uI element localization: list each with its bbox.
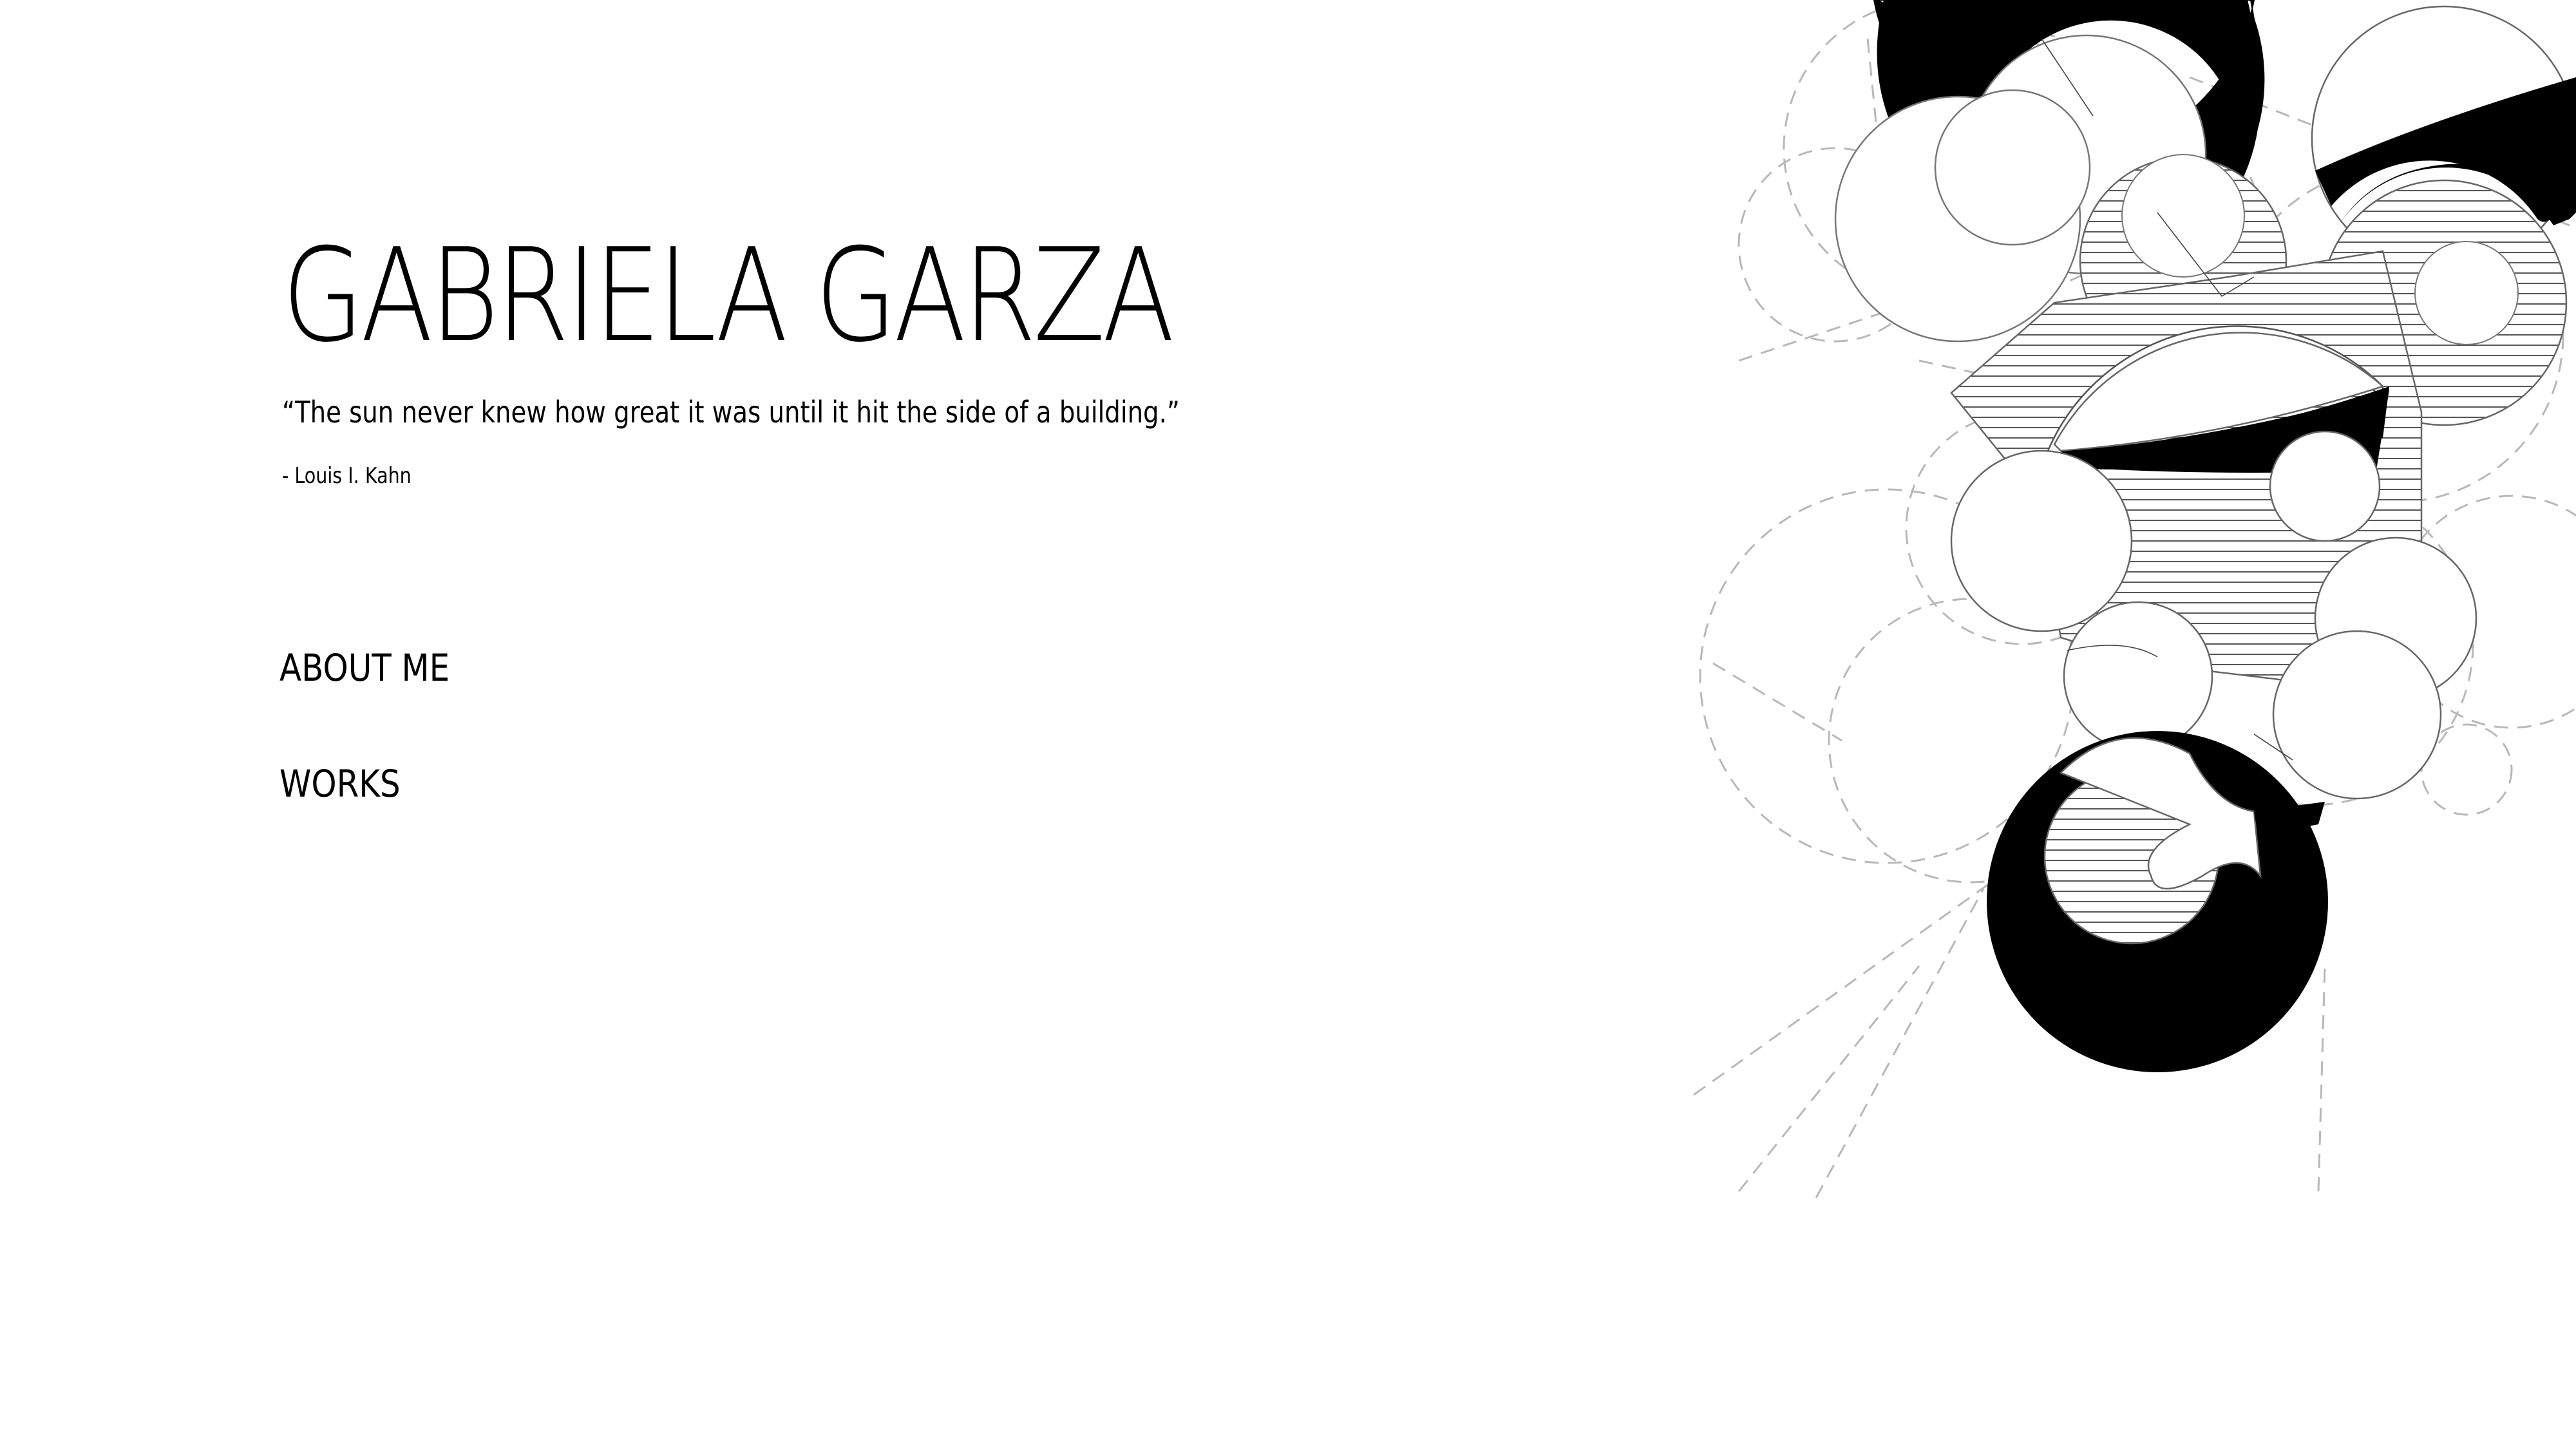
landing-page: GABRIELA GARZA “The sun never knew how g… <box>0 0 2576 1449</box>
geometric-artwork <box>1693 0 2576 1198</box>
nav-link-works[interactable]: WORKS <box>279 765 401 802</box>
quote-text: “The sun never knew how great it was unt… <box>282 395 1180 430</box>
nav-link-about-me[interactable]: ABOUT ME <box>279 649 450 687</box>
quote-attribution: - Louis I. Kahn <box>282 463 412 489</box>
page-title: GABRIELA GARZA <box>282 221 1175 371</box>
